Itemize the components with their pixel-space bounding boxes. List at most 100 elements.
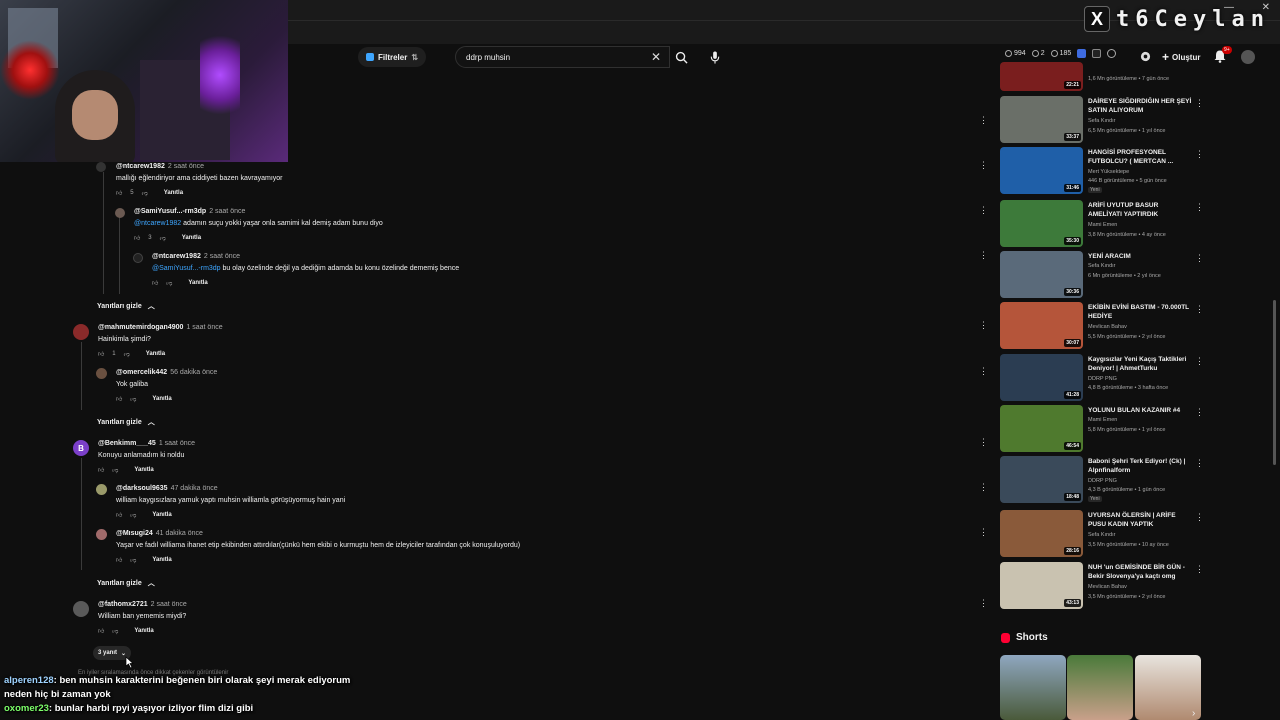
video-title[interactable]: EKİBİN EVİNİ BASTIM - 70.000TL HEDİYE [1088,303,1193,321]
dislike-button[interactable]: 👎︎ [142,189,148,197]
dislike-button[interactable]: 👎︎ [160,234,166,242]
video-channel[interactable]: Sefa Kındır [1088,263,1116,269]
video-thumbnail[interactable]: 18:48 [1000,456,1083,503]
video-title[interactable]: DAİREYE SIĞDIRDIĞIN HER ŞEYİ SATIN ALIYO… [1088,97,1193,115]
like-button[interactable]: 👍︎ [152,279,158,287]
video-thumbnail[interactable]: 43:13 [1000,562,1083,609]
video-channel[interactable]: Mert Yüksektepe [1088,169,1129,175]
more-options-icon[interactable]: ⋮ [979,250,988,261]
more-options-icon[interactable]: ⋮ [979,115,988,126]
more-options-icon[interactable]: ⋮ [979,366,988,377]
more-options-icon[interactable]: ⋮ [1195,304,1204,315]
video-item[interactable]: 22:21 1,6 Mn görüntüleme • 7 gün önce [1000,62,1200,92]
mention-link[interactable]: @ntcarew1982 [134,220,181,227]
video-item[interactable]: 43:13 NUH 'un GEMİSİNDE BİR GÜN - Bekir … [1000,562,1204,610]
video-title[interactable]: YOLUNU BULAN KAZANIR #4 [1088,406,1193,415]
comment-author[interactable]: @SamiYusuf...-rm3dp [134,208,206,215]
video-channel[interactable]: DDRP PNG [1088,376,1117,382]
like-button[interactable]: 👍︎ [116,511,122,519]
comment-author[interactable]: @Benkimm___45 [98,440,156,447]
comment-author[interactable]: @fathomx2721 [98,601,148,608]
dislike-button[interactable]: 👎︎ [124,350,130,358]
dislike-button[interactable]: 👎︎ [112,466,118,474]
video-channel[interactable]: Mami Emen [1088,222,1117,228]
video-channel[interactable]: Sefa Kındır [1088,532,1116,538]
avatar[interactable] [73,601,89,617]
video-thumbnail[interactable]: 33:37 [1000,96,1083,143]
dislike-button[interactable]: 👎︎ [130,395,136,403]
video-item[interactable]: 31:46 HANGİSİ PROFESYONEL FUTBOLCU? ( ME… [1000,147,1204,195]
reply-button[interactable]: Yanıtla [146,351,165,357]
more-options-icon[interactable]: ⋮ [1195,98,1204,109]
reply-button[interactable]: Yanıtla [152,557,171,563]
more-options-icon[interactable]: ⋮ [979,482,988,493]
hide-replies-button[interactable]: Yanıtları gizle ︿ [97,578,155,588]
chevron-right-icon[interactable]: › [1192,708,1195,719]
short-thumbnail[interactable] [1000,655,1066,720]
voice-search-button[interactable] [704,46,726,68]
dislike-button[interactable]: 👎︎ [130,511,136,519]
avatar[interactable] [96,484,107,495]
like-button[interactable]: 👍︎ [98,627,104,635]
search-box[interactable]: ✕ [455,46,670,68]
more-options-icon[interactable]: ⋮ [1195,356,1204,367]
video-item[interactable]: 41:28 Kaygısızlar Yeni Kaçış Taktikleri … [1000,354,1204,402]
more-options-icon[interactable]: ⋮ [1195,458,1204,469]
extension-icon[interactable] [1107,49,1117,58]
comment-author[interactable]: @ntcarew1982 [116,163,165,170]
like-button[interactable]: 👍︎ [134,234,140,242]
like-button[interactable]: 👍︎ [98,350,104,358]
more-options-icon[interactable]: ⋮ [1195,253,1204,264]
hide-replies-button[interactable]: Yanıtları gizle ︿ [97,301,155,311]
video-thumbnail[interactable]: 46:54 [1000,405,1083,452]
comment-author[interactable]: @ntcarew1982 [152,253,201,260]
dislike-button[interactable]: 👎︎ [166,279,172,287]
more-options-icon[interactable]: ⋮ [1195,149,1204,160]
more-options-icon[interactable]: ⋮ [979,320,988,331]
cast-icon[interactable] [1140,51,1151,62]
account-avatar[interactable] [1241,50,1255,64]
more-options-icon[interactable]: ⋮ [979,437,988,448]
video-thumbnail[interactable]: 35:30 [1000,200,1083,247]
video-item[interactable]: 30:36 YENİ ARACIM Sefa Kındır 6 Mn görün… [1000,251,1204,299]
video-channel[interactable]: DDRP PNG [1088,478,1117,484]
comment-author[interactable]: @mahmutemirdogan4900 [98,324,183,331]
more-options-icon[interactable]: ⋮ [1195,202,1204,213]
reply-button[interactable]: Yanıtla [188,280,207,286]
avatar[interactable] [96,162,106,172]
more-options-icon[interactable]: ⋮ [979,160,988,171]
minimize-icon[interactable]: — [1224,2,1234,13]
video-thumbnail[interactable]: 31:46 [1000,147,1083,194]
reply-button[interactable]: Yanıtla [152,512,171,518]
video-channel[interactable]: Sefa Kındır [1088,118,1116,124]
short-thumbnail[interactable] [1067,655,1133,720]
video-item[interactable]: 35:30 ARİFİ UYUTUP BASUR AMELİYATI YAPTI… [1000,200,1204,248]
like-button[interactable]: 👍︎ [116,189,122,197]
video-title[interactable]: HANGİSİ PROFESYONEL FUTBOLCU? ( MERTCAN … [1088,148,1193,166]
extension-icon[interactable] [1092,49,1102,58]
more-options-icon[interactable]: ⋮ [979,205,988,216]
avatar[interactable]: B [73,440,89,456]
avatar[interactable] [133,253,143,263]
like-button[interactable]: 👍︎ [116,395,122,403]
dislike-button[interactable]: 👎︎ [112,627,118,635]
video-item[interactable]: 28:16 UYURSAN ÖLERSİN | ARİFE PUSU KADIN… [1000,510,1204,558]
reply-button[interactable]: Yanıtla [134,628,153,634]
video-title[interactable]: Baboni Şehri Terk Ediyor! (Ck) | Alpnfin… [1088,457,1193,475]
reply-button[interactable]: Yanıtla [164,190,183,196]
extension-icon[interactable] [1077,49,1087,58]
dislike-button[interactable]: 👎︎ [130,556,136,564]
comment-author[interactable]: @darksoul9635 [116,485,168,492]
like-button[interactable]: 👍︎ [116,556,122,564]
video-title[interactable]: Kaygısızlar Yeni Kaçış Taktikleri Deniyo… [1088,355,1193,373]
video-item[interactable]: 33:37 DAİREYE SIĞDIRDIĞIN HER ŞEYİ SATIN… [1000,96,1204,144]
video-title[interactable]: NUH 'un GEMİSİNDE BİR GÜN - Bekir Sloven… [1088,563,1193,581]
more-options-icon[interactable]: ⋮ [1195,564,1204,575]
video-title[interactable]: YENİ ARACIM [1088,252,1193,261]
like-button[interactable]: 👍︎ [98,466,104,474]
video-channel[interactable]: Mevlican Bahav [1088,584,1127,590]
video-thumbnail[interactable]: 28:16 [1000,510,1083,557]
video-item[interactable]: 30:07 EKİBİN EVİNİ BASTIM - 70.000TL HED… [1000,302,1204,350]
scrollbar-thumb[interactable] [1273,300,1276,465]
avatar[interactable] [73,324,89,340]
